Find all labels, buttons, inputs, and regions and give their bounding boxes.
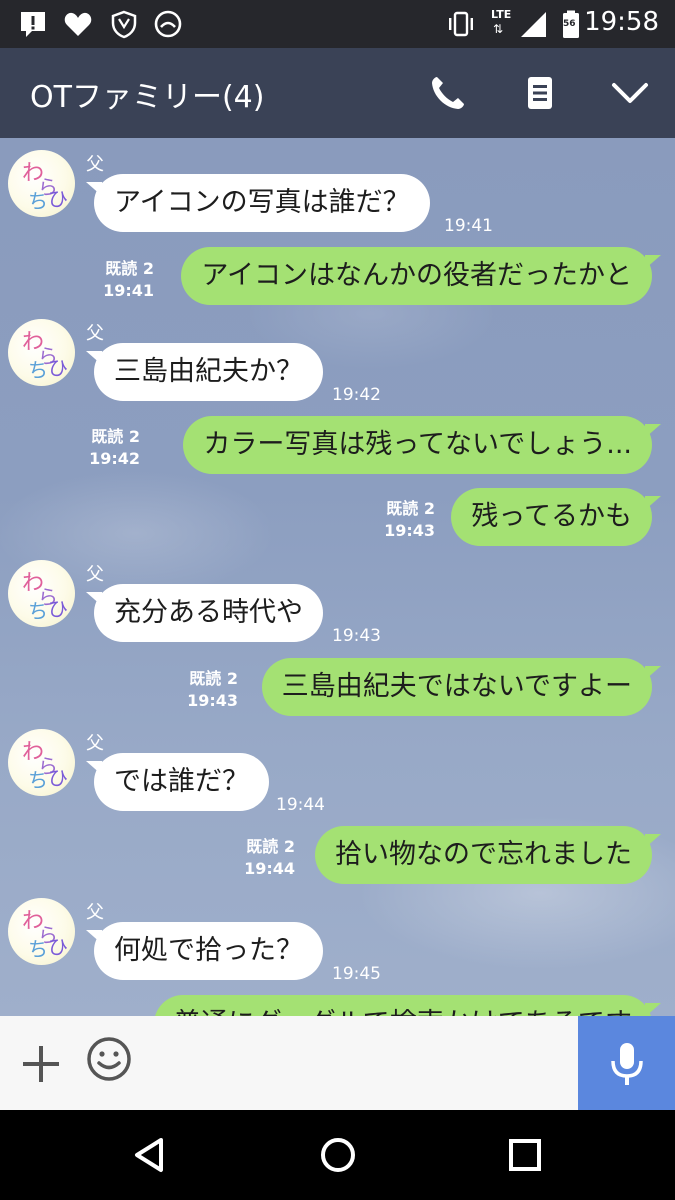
chat-title: OTファミリー(4) (30, 80, 265, 115)
read-receipt: 既読 2 (189, 669, 238, 688)
message-bubble[interactable]: 何処で拾った？ (86, 922, 323, 980)
read-receipt: 既読 2 (246, 837, 295, 856)
message-bubble[interactable]: カラー写真は残ってないでしょう... (183, 416, 661, 474)
svg-text:ひ: ひ (48, 187, 68, 211)
input-bar (0, 1016, 675, 1110)
message-time: 19:42 (332, 385, 381, 405)
message-meta: 既読 2 19:41 (103, 258, 154, 302)
shield-icon (111, 10, 137, 39)
message-bubble[interactable]: 充分ある時代や (86, 584, 323, 642)
message-meta: 既読 2 19:43 (384, 498, 435, 542)
svg-text:ひ: ひ (48, 356, 68, 380)
recents-icon[interactable] (500, 1130, 550, 1180)
chevron-down-icon[interactable] (610, 73, 650, 113)
message-time: 19:44 (244, 859, 295, 878)
message-meta: 既読 2 19:43 (187, 668, 238, 712)
status-time: 19:58 (584, 7, 659, 37)
sender-name: 父 (86, 564, 104, 585)
avatar[interactable]: わらちひ (8, 150, 75, 217)
back-icon[interactable] (125, 1130, 175, 1180)
heart-icon (64, 12, 92, 36)
battery-level: 56 (563, 19, 576, 29)
avatar[interactable]: わらちひ (8, 729, 75, 796)
message-bubble[interactable]: 三島由紀夫か？ (86, 343, 323, 401)
message-time: 19:41 (103, 281, 154, 300)
message-bubble[interactable]: では誰だ？ (86, 753, 269, 811)
svg-text:ち: ち (28, 937, 48, 961)
message-time: 19:44 (276, 795, 325, 815)
svg-text:ち: ち (28, 189, 48, 213)
message-time: 19:43 (332, 626, 381, 646)
read-receipt: 既読 2 (105, 259, 154, 278)
message-meta: 既読 2 19:42 (89, 426, 140, 470)
svg-text:ひ: ひ (48, 766, 68, 790)
status-bar: LTE ⇅ 56 19:58 (0, 0, 675, 48)
notes-icon[interactable] (520, 73, 560, 113)
message-bubble[interactable]: アイコンはなんかの役者だったかと (181, 247, 661, 305)
vibrate-icon (449, 11, 473, 37)
message-time: 19:42 (89, 449, 140, 468)
message-time: 19:43 (187, 691, 238, 710)
sender-name: 父 (86, 733, 104, 754)
plus-icon[interactable] (20, 1043, 62, 1085)
message-time: 19:43 (384, 521, 435, 540)
message-bubble[interactable]: 三島由紀夫ではないですよー (261, 658, 662, 716)
svg-text:ひ: ひ (48, 935, 68, 959)
home-icon[interactable] (313, 1130, 363, 1180)
network-label: LTE (491, 8, 512, 21)
avatar[interactable]: わらちひ (8, 319, 75, 386)
svg-text:ち: ち (28, 599, 48, 623)
message-bubble[interactable]: 拾い物なので忘れました (315, 826, 661, 884)
message-bubble[interactable]: アイコンの写真は誰だ？ (86, 174, 430, 232)
read-receipt: 既読 2 (386, 499, 435, 518)
avatar[interactable]: わらちひ (8, 898, 75, 965)
system-nav-bar (0, 1110, 675, 1200)
sender-name: 父 (86, 902, 104, 923)
message-input[interactable] (150, 1026, 570, 1100)
svg-text:ち: ち (28, 768, 48, 792)
smile-icon (154, 10, 182, 38)
phone-icon[interactable] (428, 73, 468, 113)
chat-area[interactable]: わらちひ 父 アイコンの写真は誰だ？ 19:41 既読 2 19:41 アイコン… (0, 138, 675, 1016)
alert-icon (21, 12, 45, 37)
sender-name: 父 (86, 154, 104, 175)
mic-button[interactable] (578, 1016, 675, 1110)
emoji-icon[interactable] (85, 1035, 133, 1083)
avatar[interactable]: わらちひ (8, 560, 75, 627)
message-meta: 既読 2 19:44 (244, 836, 295, 880)
message-bubble[interactable]: 普通にグーグルで検索かけてあるです (153, 995, 662, 1016)
message-bubble[interactable]: 残ってるかも (451, 488, 661, 546)
message-time: 19:45 (332, 964, 381, 984)
chat-header: OTファミリー(4) (0, 48, 675, 138)
sender-name: 父 (86, 323, 104, 344)
read-receipt: 既読 2 (91, 427, 140, 446)
svg-text:ひ: ひ (48, 597, 68, 621)
svg-text:ち: ち (28, 358, 48, 382)
data-arrows-icon: ⇅ (493, 22, 503, 36)
message-time: 19:41 (444, 216, 493, 236)
mic-icon (611, 1043, 643, 1085)
signal-icon (521, 12, 546, 37)
